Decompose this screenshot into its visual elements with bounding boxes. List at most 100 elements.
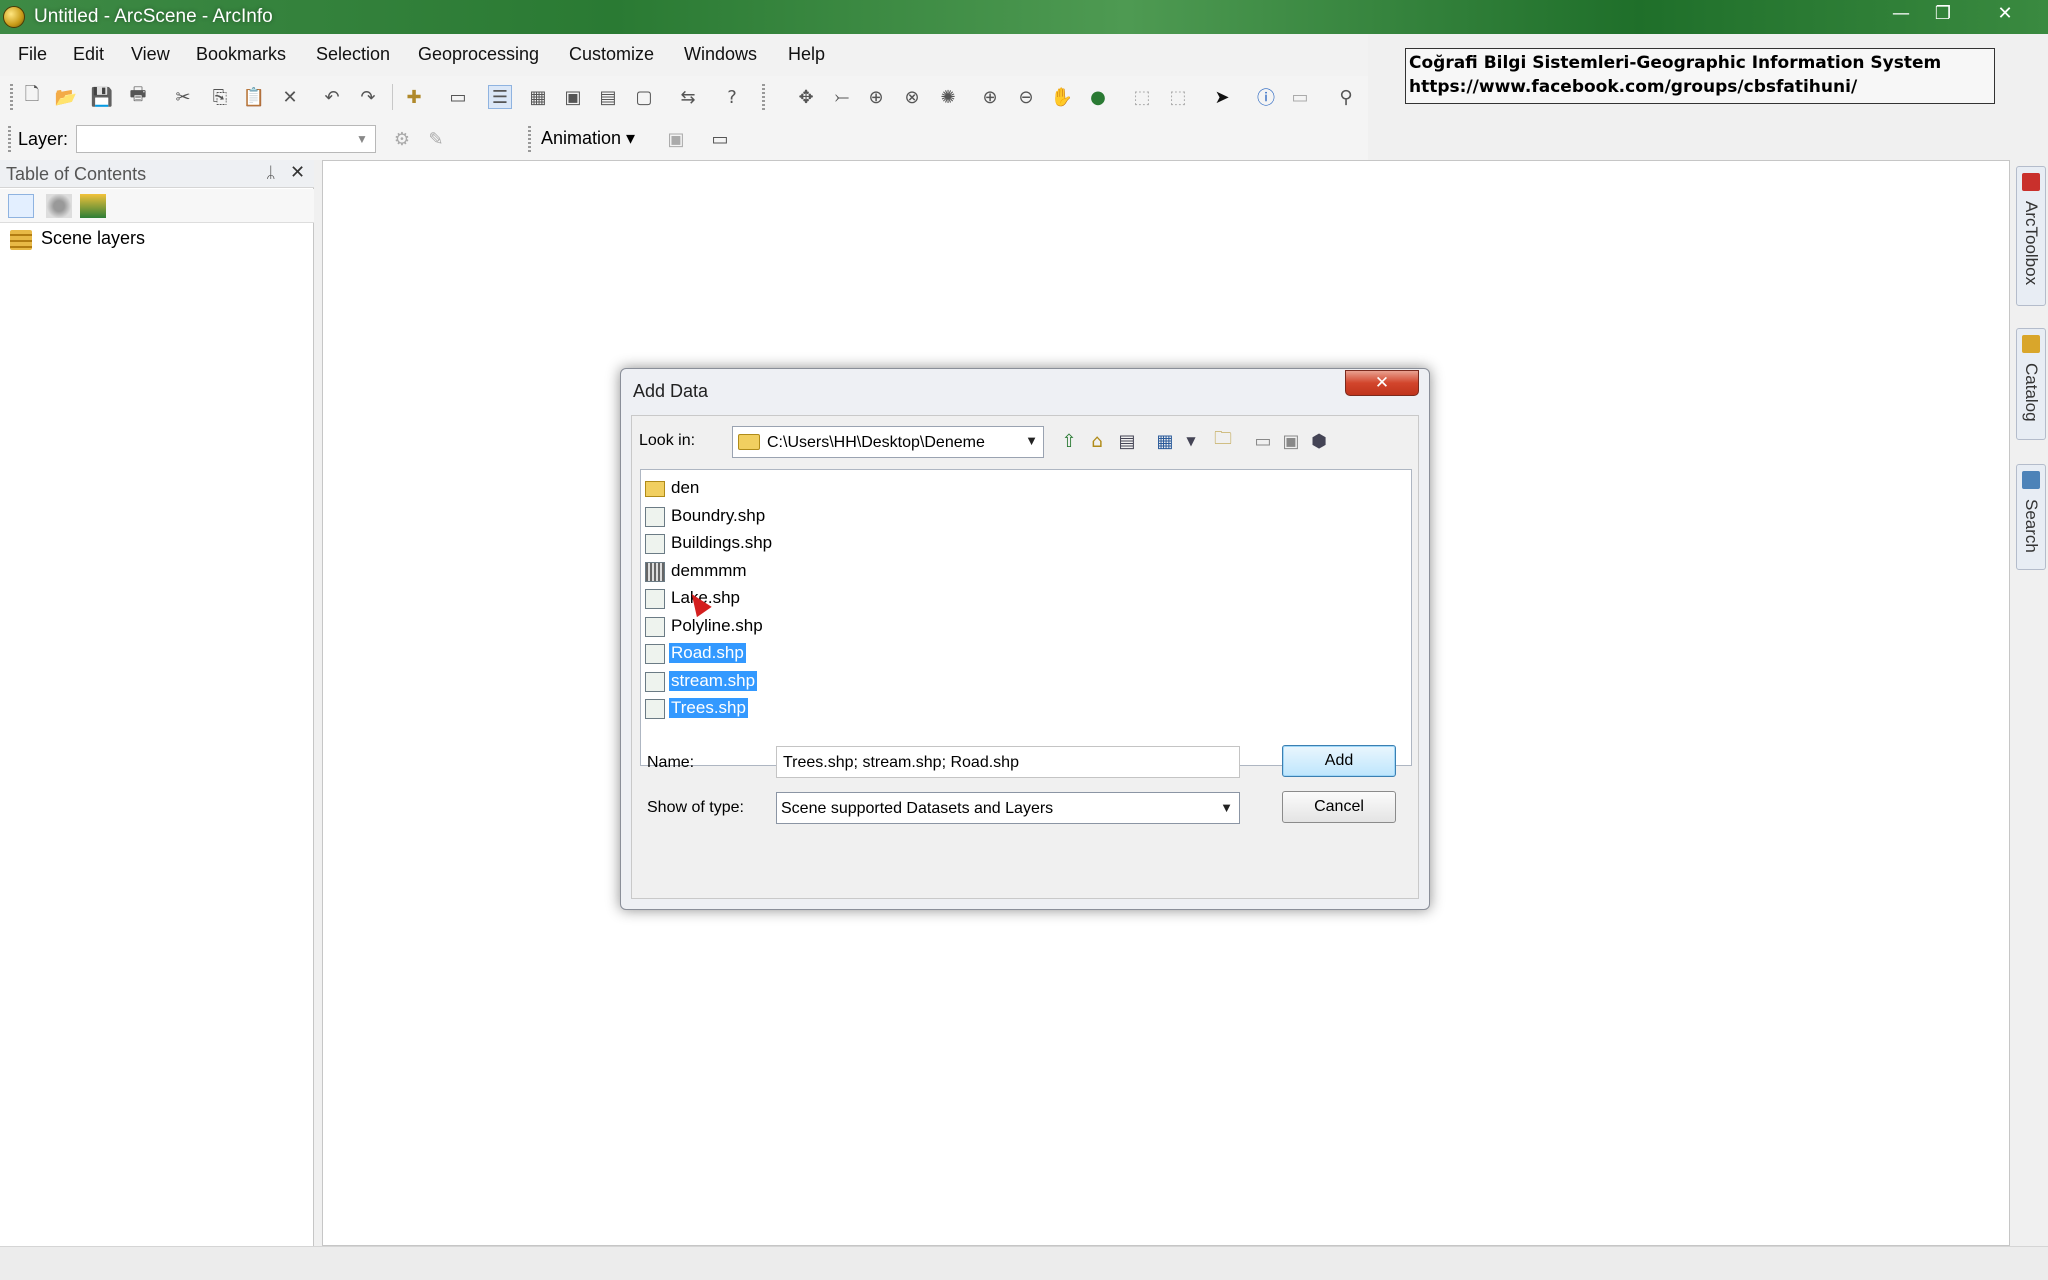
- layer-toolbar: Layer: ▼ ⚙ ✎ Animation ▾ ▣ ▭: [0, 118, 1368, 160]
- menu-view[interactable]: View: [131, 44, 170, 65]
- model-builder-icon[interactable]: ⇆: [676, 85, 700, 109]
- redo-icon[interactable]: ↷: [356, 85, 380, 109]
- show-of-type-dropdown[interactable]: Scene supported Datasets and Layers ▼: [776, 792, 1240, 824]
- list-view-icon[interactable]: ▦: [1152, 428, 1178, 454]
- menu-selection[interactable]: Selection: [316, 44, 390, 65]
- html-popup-icon[interactable]: ▭: [1288, 85, 1312, 109]
- full-extent-icon[interactable]: ●: [1086, 85, 1110, 109]
- menu-file[interactable]: File: [18, 44, 47, 65]
- layer-dropdown[interactable]: ▼: [76, 125, 376, 153]
- target-center-icon[interactable]: ⊕: [864, 85, 888, 109]
- navigate-icon[interactable]: ✥: [794, 85, 818, 109]
- new-document-icon[interactable]: 🗋: [20, 84, 44, 109]
- dock-tab-label: ArcToolbox: [2022, 201, 2041, 286]
- up-one-level-icon[interactable]: ⇧: [1056, 428, 1082, 454]
- toolbar-grip[interactable]: [762, 84, 765, 110]
- home-icon[interactable]: ⌂: [1084, 428, 1110, 454]
- search-icon: [2022, 471, 2040, 489]
- menu-customize[interactable]: Customize: [569, 44, 654, 65]
- connect-to-folder-icon[interactable]: ▭: [1250, 428, 1276, 454]
- close-icon[interactable]: ✕: [290, 162, 305, 183]
- catalog-window-icon[interactable]: ▦: [526, 85, 550, 109]
- copy-icon[interactable]: ⎘: [208, 85, 232, 109]
- dock-tab-label: Search: [2022, 499, 2041, 553]
- dock-tab-catalog[interactable]: Catalog: [2016, 328, 2046, 440]
- toc-layer-item[interactable]: Scene layers: [6, 228, 286, 254]
- file-list[interactable]: den Boundry.shp Buildings.shp demmmm Lake.sh…: [640, 469, 1412, 766]
- toc-title: Table of Contents: [6, 164, 147, 184]
- capture-view-icon[interactable]: ▣: [664, 127, 688, 151]
- look-in-path: C:\Users\HH\Desktop\Deneme: [767, 434, 985, 451]
- table-of-contents-icon[interactable]: ☰: [488, 85, 512, 109]
- toolbar-grip[interactable]: [528, 126, 531, 152]
- zoom-in-icon[interactable]: ⊕: [978, 85, 1002, 109]
- close-window-button[interactable]: ✕: [1986, 2, 2024, 26]
- arctoolbox-icon[interactable]: ▤: [596, 85, 620, 109]
- layer-tool-icon[interactable]: ✎: [424, 127, 448, 151]
- list-by-source-icon[interactable]: [46, 194, 72, 218]
- list-by-drawing-order-icon[interactable]: [8, 194, 34, 218]
- undo-icon[interactable]: ↶: [320, 85, 344, 109]
- cancel-button[interactable]: Cancel: [1282, 791, 1396, 823]
- search-window-icon[interactable]: ▣: [561, 85, 585, 109]
- arcscene-app-icon[interactable]: [3, 6, 25, 28]
- scene-properties-icon[interactable]: ▭: [446, 85, 470, 109]
- point-icon: [645, 534, 665, 554]
- toolbar-grip[interactable]: [10, 84, 13, 110]
- whats-this-icon[interactable]: ?: [720, 85, 744, 109]
- paste-icon[interactable]: 📋: [242, 85, 266, 109]
- delete-icon[interactable]: ✕: [278, 85, 302, 109]
- polygon-icon: [645, 589, 665, 609]
- add-data-icon[interactable]: ✚: [402, 85, 426, 109]
- animation-controls-icon[interactable]: ▭: [708, 127, 732, 151]
- name-field[interactable]: Trees.shp; stream.shp; Road.shp: [776, 746, 1240, 778]
- catalog-options-icon[interactable]: ⬢: [1306, 428, 1332, 454]
- python-window-icon[interactable]: ▢: [632, 85, 656, 109]
- dock-tab-arctoolbox[interactable]: ArcToolbox: [2016, 166, 2046, 306]
- file-name: Buildings.shp: [671, 533, 773, 552]
- menu-bookmarks[interactable]: Bookmarks: [196, 44, 286, 65]
- fly-icon[interactable]: ⤚: [830, 85, 854, 109]
- toolbar-grip[interactable]: [8, 126, 11, 152]
- dialog-close-button[interactable]: ✕: [1345, 370, 1419, 396]
- print-icon[interactable]: 🖶: [126, 84, 150, 109]
- menu-geoprocessing[interactable]: Geoprocessing: [418, 44, 539, 65]
- select-elements-icon[interactable]: ➤: [1210, 85, 1234, 109]
- add-button[interactable]: Add: [1282, 745, 1396, 777]
- animation-menu[interactable]: Animation ▾: [541, 128, 635, 149]
- go-to-default-folder-icon[interactable]: ▤: [1114, 428, 1140, 454]
- clear-selection-icon[interactable]: ⬚: [1166, 85, 1190, 109]
- line-icon: [645, 616, 665, 637]
- toolbar-separator: [392, 84, 393, 110]
- maximize-button[interactable]: ❐: [1924, 2, 1962, 26]
- find-icon[interactable]: ⚲: [1334, 85, 1358, 109]
- menu-help[interactable]: Help: [788, 44, 825, 65]
- zoom-to-target-icon[interactable]: ⊗: [900, 85, 924, 109]
- toggle-contents-icon[interactable]: ▣: [1278, 428, 1304, 454]
- cut-icon[interactable]: ✂: [171, 85, 195, 109]
- select-features-icon[interactable]: ⬚: [1130, 85, 1154, 109]
- list-by-visibility-icon[interactable]: [80, 194, 106, 218]
- dock-tab-label: Catalog: [2022, 363, 2041, 422]
- show-of-type-label: Show of type:: [647, 799, 744, 816]
- chevron-down-icon[interactable]: ▼: [1178, 428, 1204, 454]
- dock-tab-search[interactable]: Search: [2016, 464, 2046, 570]
- name-field-value: Trees.shp; stream.shp; Road.shp: [783, 754, 1019, 771]
- pin-icon[interactable]: ᛦ: [266, 163, 276, 182]
- pan-icon[interactable]: ✋: [1050, 85, 1074, 109]
- set-observer-icon[interactable]: ✺: [936, 85, 960, 109]
- menu-windows[interactable]: Windows: [684, 44, 757, 65]
- right-dock: ArcToolbox Catalog Search: [2014, 160, 2048, 1246]
- new-folder-icon[interactable]: 🗀: [1210, 428, 1236, 454]
- zoom-out-icon[interactable]: ⊖: [1014, 85, 1038, 109]
- identify-icon[interactable]: ⓘ: [1254, 85, 1278, 109]
- folder-icon: [738, 434, 760, 450]
- watermark-note: Coğrafi Bilgi Sistemleri-Geographic Info…: [1405, 48, 1995, 104]
- layer-tool-icon[interactable]: ⚙: [390, 127, 414, 151]
- minimize-button[interactable]: —: [1882, 2, 1920, 26]
- add-data-dialog: Add Data ✕ Look in: C:\Users\HH\Desktop\…: [620, 368, 1430, 910]
- open-folder-icon[interactable]: 📂: [54, 85, 78, 109]
- save-icon[interactable]: 💾: [90, 85, 114, 109]
- menu-edit[interactable]: Edit: [73, 44, 104, 65]
- look-in-dropdown[interactable]: C:\Users\HH\Desktop\Deneme ▼: [732, 426, 1044, 458]
